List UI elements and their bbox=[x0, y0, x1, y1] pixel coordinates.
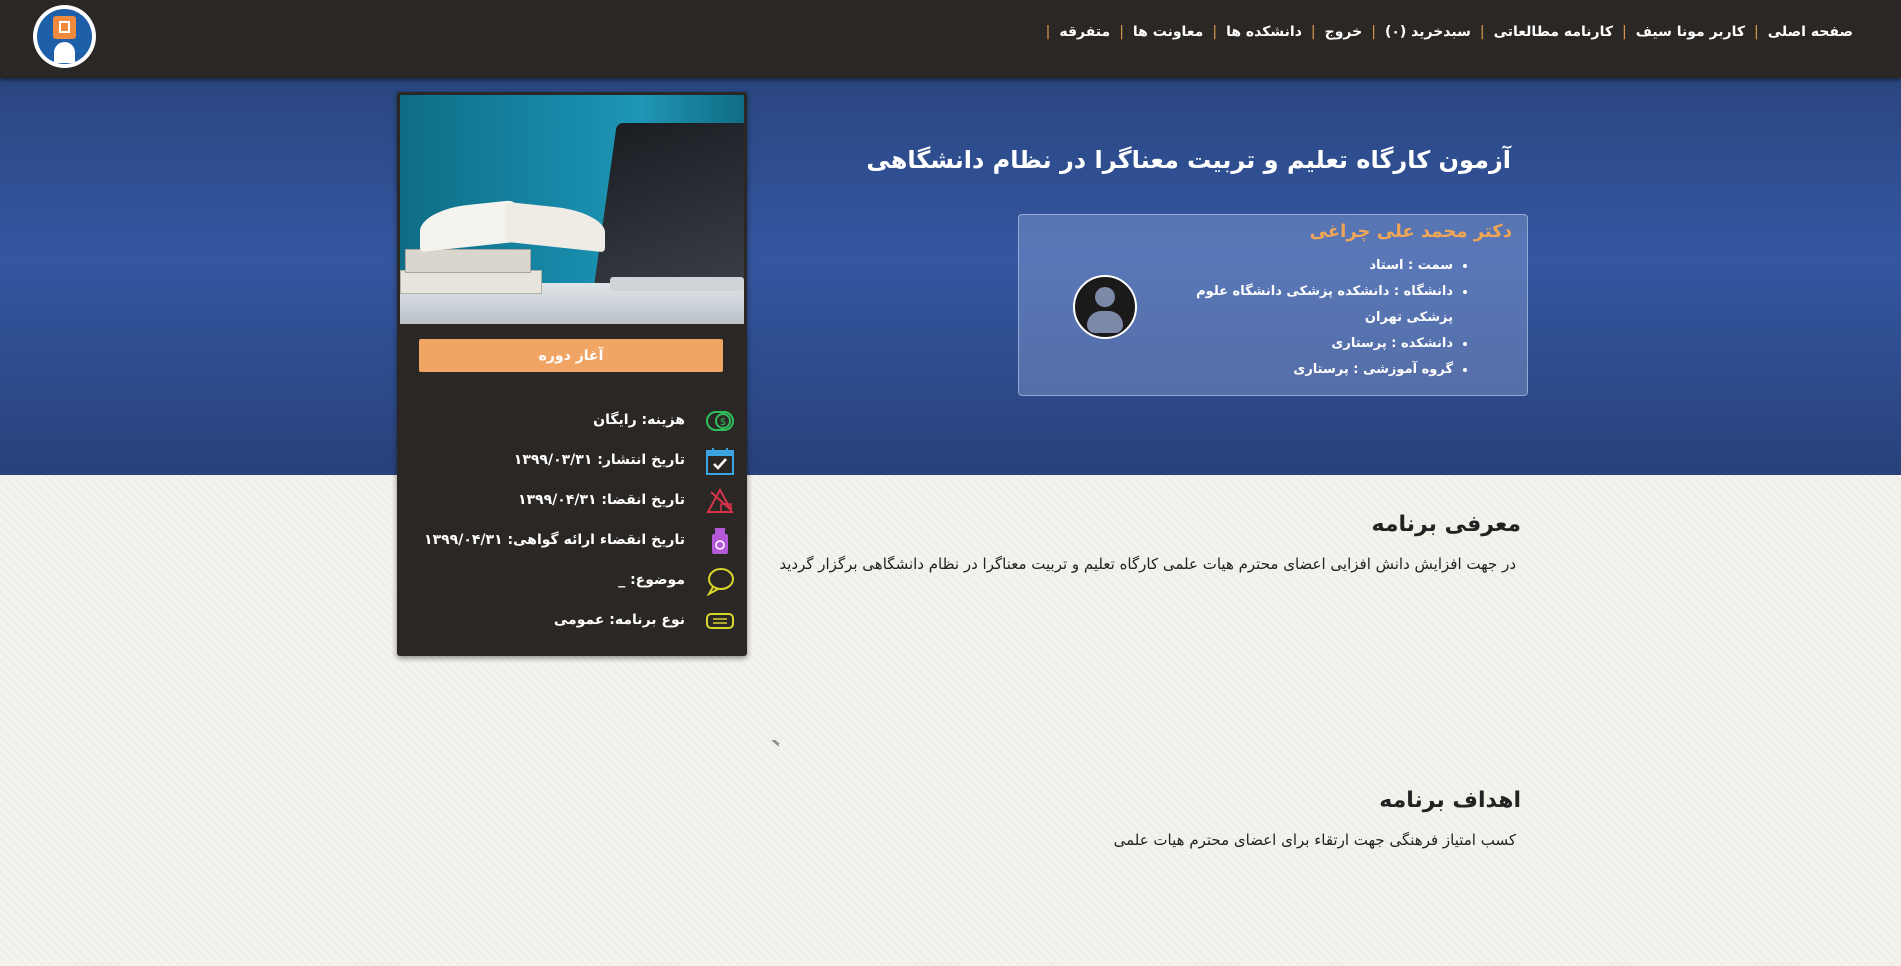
nav-separator: | bbox=[1212, 24, 1218, 40]
calendar-check-icon bbox=[706, 448, 734, 475]
instructor-department: گروه آموزشی : پرستاری bbox=[1193, 357, 1453, 383]
instructor-card: دکتر محمد علی چراغی سمت : استاد دانشگاه … bbox=[1018, 214, 1528, 396]
money-icon: $ bbox=[706, 411, 734, 431]
main-nav: صفحه اصلی | کاربر مونا سیف | کارنامه مطا… bbox=[1037, 20, 1853, 44]
meta-expire-text: تاریخ انقضا: ۱۳۹۹/۰۴/۳۱ bbox=[517, 492, 685, 508]
nav-separator: | bbox=[1479, 24, 1485, 40]
nav-separator: | bbox=[1310, 24, 1316, 40]
meta-publish-date: تاریخ انتشار: ۱۳۹۹/۰۳/۳۱ bbox=[397, 446, 747, 478]
meta-expire-date: تاریخ انقضا: ۱۳۹۹/۰۴/۳۱ bbox=[397, 486, 747, 518]
ticket-icon bbox=[706, 613, 734, 629]
course-title: آزمون کارگاه تعلیم و تربیت معناگرا در نظ… bbox=[866, 146, 1511, 174]
nav-misc[interactable]: متفرقه bbox=[1059, 24, 1110, 40]
meta-certificate-text: تاریخ انقضاء ارائه گواهی: ۱۳۹۹/۰۴/۳۱ bbox=[424, 532, 685, 548]
meta-cost-text: هزینه: رایگان bbox=[593, 412, 685, 428]
avatar-icon bbox=[1073, 275, 1137, 339]
speech-bubble-icon bbox=[706, 568, 734, 596]
intro-text: در جهت افزایش دانش افزایی اعضای محترم هی… bbox=[779, 555, 1516, 573]
instructor-position: سمت : استاد bbox=[1193, 253, 1453, 279]
meta-subject-text: موضوع: _ bbox=[618, 572, 685, 588]
nav-user[interactable]: کاربر مونا سیف bbox=[1636, 24, 1745, 40]
nav-cart[interactable]: سبدخرید (۰) bbox=[1385, 24, 1471, 40]
nav-separator: | bbox=[1371, 24, 1376, 40]
nav-separator: | bbox=[1045, 24, 1051, 40]
nav-separator: | bbox=[1754, 24, 1759, 40]
goals-title: اهداف برنامه bbox=[1379, 788, 1521, 813]
svg-text:$: $ bbox=[720, 417, 726, 428]
course-sidebar-card: آغاز دوره $ هزینه: رایگان تاریخ انتشار: … bbox=[397, 92, 747, 656]
start-course-button[interactable]: آغاز دوره bbox=[419, 339, 723, 372]
instructor-university: دانشگاه : دانشکده پزشکی دانشگاه علوم پزش… bbox=[1193, 279, 1453, 331]
meta-publish-text: تاریخ انتشار: ۱۳۹۹/۰۳/۳۱ bbox=[513, 452, 685, 468]
nav-home[interactable]: صفحه اصلی bbox=[1768, 24, 1853, 40]
meta-cost: $ هزینه: رایگان bbox=[397, 406, 747, 438]
nav-separator: | bbox=[1119, 24, 1124, 40]
top-navbar: صفحه اصلی | کاربر مونا سیف | کارنامه مطا… bbox=[0, 0, 1901, 78]
instructor-details: سمت : استاد دانشگاه : دانشکده پزشکی دانش… bbox=[1193, 253, 1471, 383]
university-logo[interactable] bbox=[33, 5, 96, 68]
instructor-name[interactable]: دکتر محمد علی چراغی bbox=[1310, 221, 1512, 242]
meta-certificate-date: تاریخ انقضاء ارائه گواهی: ۱۳۹۹/۰۴/۳۱ bbox=[397, 526, 747, 558]
expired-icon bbox=[706, 487, 734, 513]
meta-subject: موضوع: _ bbox=[397, 566, 747, 598]
cursor-icon bbox=[772, 740, 780, 747]
nav-transcript[interactable]: کارنامه مطالعاتی bbox=[1494, 24, 1613, 40]
instructor-faculty: دانشکده : پرستاری bbox=[1193, 331, 1453, 357]
nav-faculties[interactable]: دانشکده ها bbox=[1226, 24, 1302, 40]
nav-logout[interactable]: خروج bbox=[1325, 24, 1363, 40]
goals-text: کسب امتیاز فرهنگی جهت ارتقاء برای اعضای … bbox=[1113, 831, 1516, 849]
nav-deputies[interactable]: معاونت ها bbox=[1133, 24, 1203, 40]
meta-program-type-text: نوع برنامه: عمومی bbox=[553, 612, 685, 628]
logo-emblem bbox=[37, 9, 92, 64]
meta-program-type: نوع برنامه: عمومی bbox=[397, 606, 747, 638]
intro-title: معرفی برنامه bbox=[1371, 512, 1521, 537]
course-image bbox=[400, 95, 744, 324]
certificate-icon bbox=[712, 528, 728, 554]
nav-separator: | bbox=[1622, 24, 1627, 40]
hero-banner bbox=[0, 78, 1901, 475]
